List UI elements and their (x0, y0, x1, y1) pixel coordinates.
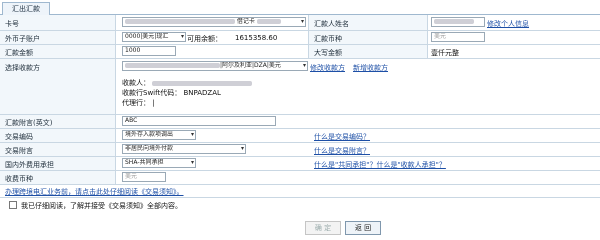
agent-bank: 代理行： | (122, 99, 155, 107)
fx-account-label: 外币子账户 (5, 35, 40, 43)
row-agreement: 我已仔细阅读，了解并接受《交易须知》全部内容。 (0, 198, 600, 211)
confirm-button[interactable]: 确 定 (305, 221, 341, 235)
amount-upper-value: 壹仟元整 (431, 49, 459, 57)
fee-currency-field: 美元 (122, 172, 166, 182)
edit-payee-link[interactable]: 修改收款方 (310, 63, 345, 73)
tx-postscript-label: 交易附言 (5, 147, 33, 155)
tab-outward-remittance[interactable]: 汇出汇款 (2, 2, 50, 15)
payee-select[interactable]: |阿尔及利亚|DZA|美元 ▾ (122, 61, 308, 71)
chevron-down-icon: ▾ (302, 62, 306, 69)
chevron-down-icon: ▾ (300, 18, 304, 25)
payee-info: 收款人： (122, 78, 253, 88)
available-balance-label: 可用余额： (187, 35, 222, 43)
available-balance-value: 1615358.60 (235, 34, 278, 42)
row-postscript: 汇款附言(英文) ABC (0, 115, 600, 129)
chevron-down-icon: ▾ (190, 131, 194, 138)
card-no-select[interactable]: 借记卡 ▾ (122, 17, 306, 27)
chevron-down-icon: ▾ (180, 33, 184, 40)
agreement-checkbox[interactable] (9, 201, 17, 209)
row-amount: 汇款金额 1000 大写金额 壹仟元整 (0, 45, 600, 59)
tx-code-label: 交易编码 (5, 133, 33, 141)
postscript-label: 汇款附言(英文) (5, 119, 53, 127)
remittance-page: { "tab": {"label": "汇出汇款"}, "fields": { … (0, 0, 600, 237)
remitter-name-label: 汇款人姓名 (314, 20, 349, 28)
remit-currency-field: 美元 (431, 32, 485, 42)
row-fx-account: 外币子账户 0000|美元|现汇 ▾ 可用余额： 1615358.60 汇款币种… (0, 31, 600, 45)
card-no-label: 卡号 (5, 20, 19, 28)
tx-code-select[interactable]: 境外存入款项调出 ▾ (122, 130, 196, 140)
domestic-fee-select[interactable]: SHA-共同承担 ▾ (122, 158, 196, 168)
remit-currency-label: 汇款币种 (314, 35, 342, 43)
what-tx-postscript-link[interactable]: 什么是交易附言？ (314, 146, 370, 156)
chevron-down-icon: ▾ (240, 145, 244, 152)
edit-personal-info-link[interactable]: 修改个人信息 (487, 19, 529, 29)
select-payee-label: 选择收款方 (5, 64, 40, 72)
row-fee-currency: 收费币种 美元 (0, 171, 600, 185)
amount-upper-label: 大写金额 (314, 49, 342, 57)
new-payee-link[interactable]: 新增收款方 (353, 63, 388, 73)
row-notice: 办理跨境电汇业务前，请点击此处仔细阅读《交易须知》。 (0, 185, 600, 198)
tab-bar: 汇出汇款 (0, 0, 600, 15)
domestic-fee-label: 国内外费用承担 (5, 161, 54, 169)
fee-currency-label: 收费币种 (5, 175, 33, 183)
what-tx-code-link[interactable]: 什么是交易编码？ (314, 132, 370, 142)
notice-link[interactable]: 办理跨境电汇业务前，请点击此处仔细阅读《交易须知》。 (5, 187, 184, 197)
row-card-no: 卡号 借记卡 ▾ 汇款人姓名 修改个人信息 (0, 15, 600, 31)
remitter-name-field (431, 17, 485, 27)
fx-account-select[interactable]: 0000|美元|现汇 ▾ (122, 32, 186, 42)
row-tx-postscript: 交易附言 非居民向境外付款 ▾ 什么是交易附言？ (0, 143, 600, 157)
back-button[interactable]: 返 回 (345, 221, 381, 235)
chevron-down-icon: ▾ (190, 159, 194, 166)
amount-label: 汇款金额 (5, 49, 33, 57)
amount-input[interactable]: 1000 (122, 46, 176, 56)
payee-bank-swift: 收款行Swift代码： BNPADZAL (122, 89, 221, 97)
postscript-input[interactable]: ABC (122, 116, 276, 126)
row-tx-code: 交易编码 境外存入款项调出 ▾ 什么是交易编码？ (0, 129, 600, 143)
agreement-text: 我已仔细阅读，了解并接受《交易须知》全部内容。 (21, 202, 182, 210)
row-select-payee: 选择收款方 |阿尔及利亚|DZA|美元 ▾ 修改收款方 新增收款方 收款人： 收… (0, 59, 600, 115)
row-domestic-fee: 国内外费用承担 SHA-共同承担 ▾ 什么是"共同承担"？什么是"收款人承担"？ (0, 157, 600, 171)
tx-postscript-select[interactable]: 非居民向境外付款 ▾ (122, 144, 246, 154)
what-fee-link[interactable]: 什么是"共同承担"？什么是"收款人承担"？ (314, 160, 446, 170)
